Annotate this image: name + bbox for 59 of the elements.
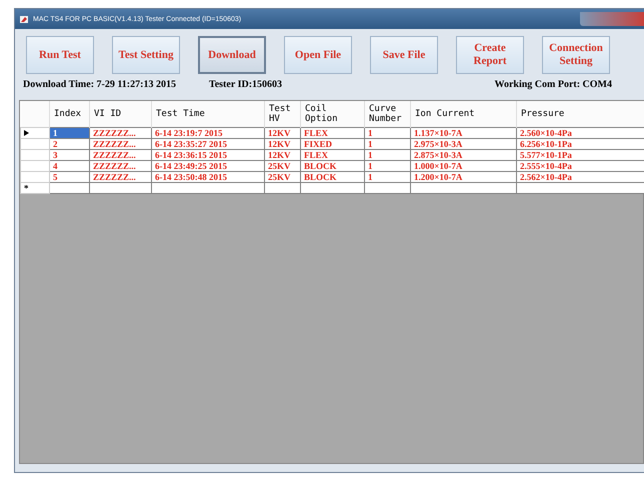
table-cell: 12KV bbox=[264, 127, 300, 138]
table-cell: BLOCK bbox=[300, 171, 364, 182]
table-cell: 12KV bbox=[264, 149, 300, 160]
column-header[interactable]: Test HV bbox=[264, 101, 300, 127]
table-cell: ZZZZZZ... bbox=[90, 127, 152, 138]
table-cell: 2.975×10-3A bbox=[410, 138, 516, 149]
table-cell: 4 bbox=[50, 160, 90, 171]
table-cell: 6-14 23:36:15 2015 bbox=[152, 149, 264, 160]
column-header[interactable]: Ion Current bbox=[410, 101, 516, 127]
table-cell: 1.137×10-7A bbox=[410, 127, 516, 138]
table-cell: 1.200×10-7A bbox=[410, 171, 516, 182]
table-cell: 1 bbox=[364, 160, 410, 171]
download-time: Download Time: 7-29 11:27:13 2015 bbox=[23, 79, 176, 92]
table-cell: 2.875×10-3A bbox=[410, 149, 516, 160]
table-cell: 25KV bbox=[264, 160, 300, 171]
table-cell: 6-14 23:19:7 2015 bbox=[152, 127, 264, 138]
column-header[interactable]: Coil Option bbox=[300, 101, 364, 127]
table-cell: ZZZZZZ... bbox=[90, 171, 152, 182]
table-cell: 1 bbox=[364, 127, 410, 138]
table-cell: BLOCK bbox=[300, 160, 364, 171]
table-cell: 5 bbox=[50, 171, 90, 182]
table-cell: 1 bbox=[50, 127, 90, 138]
table-cell: ZZZZZZ... bbox=[90, 138, 152, 149]
table-cell: 2 bbox=[50, 138, 90, 149]
column-header[interactable]: VI ID bbox=[90, 101, 152, 127]
table-cell: 1 bbox=[364, 149, 410, 160]
table-cell: 6-14 23:49:25 2015 bbox=[152, 160, 264, 171]
table-cell: 2.555×10-4Pa bbox=[516, 160, 644, 171]
table-cell: 6-14 23:50:48 2015 bbox=[152, 171, 264, 182]
table-cell: 2.562×10-4Pa bbox=[516, 171, 644, 182]
tester-id: Tester ID:150603 bbox=[208, 79, 282, 92]
table-cell: 12KV bbox=[264, 138, 300, 149]
column-header[interactable]: Test Time bbox=[152, 101, 264, 127]
table-cell: 1 bbox=[364, 138, 410, 149]
toolbar-button[interactable]: Create Report bbox=[456, 36, 524, 74]
toolbar-button[interactable]: Run Test bbox=[26, 36, 94, 74]
toolbar-button[interactable]: Test Setting bbox=[112, 36, 180, 74]
table-cell: ZZZZZZ... bbox=[90, 160, 152, 171]
table-cell: 3 bbox=[50, 149, 90, 160]
table-cell: 1.000×10-7A bbox=[410, 160, 516, 171]
column-header[interactable]: Pressure bbox=[516, 101, 644, 127]
table-cell: 5.577×10-1Pa bbox=[516, 149, 644, 160]
table-cell: 6.256×10-1Pa bbox=[516, 138, 644, 149]
toolbar-button[interactable]: Save File bbox=[370, 36, 438, 74]
table-cell: FIXED bbox=[300, 138, 364, 149]
table-cell: 2.560×10-4Pa bbox=[516, 127, 644, 138]
table-cell: 6-14 23:35:27 2015 bbox=[152, 138, 264, 149]
table-cell: FLEX bbox=[300, 149, 364, 160]
column-header[interactable]: Index bbox=[50, 101, 90, 127]
new-row-marker: * bbox=[20, 182, 50, 193]
table-cell: ZZZZZZ... bbox=[90, 149, 152, 160]
table-cell: 25KV bbox=[264, 171, 300, 182]
column-header[interactable]: Curve Number bbox=[364, 101, 410, 127]
com-port: Working Com Port: COM4 bbox=[494, 79, 612, 92]
table-cell: FLEX bbox=[300, 127, 364, 138]
toolbar-button[interactable]: Open File bbox=[284, 36, 352, 74]
table-cell: 1 bbox=[364, 171, 410, 182]
toolbar-button[interactable]: Download bbox=[198, 36, 266, 74]
toolbar-button[interactable]: Connection Setting bbox=[542, 36, 610, 74]
